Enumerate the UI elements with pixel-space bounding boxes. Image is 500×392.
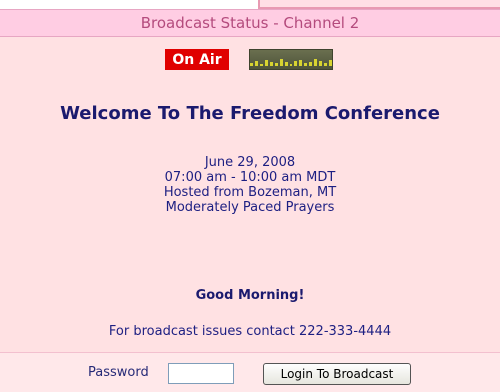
broadcast-status-header: Broadcast Status - Channel 2 (0, 9, 500, 37)
tab-edge (258, 0, 500, 9)
event-time: 07:00 am - 10:00 am MDT (164, 170, 336, 185)
event-details: June 29, 2008 07:00 am - 10:00 am MDT Ho… (0, 155, 500, 215)
login-to-broadcast-button[interactable]: Login To Broadcast (263, 363, 411, 385)
password-label: Password (88, 365, 149, 380)
welcome-heading: Welcome To The Freedom Conference (60, 103, 440, 124)
header-title: Broadcast Status - Channel 2 (140, 14, 360, 32)
greeting-text: Good Morning! (195, 288, 305, 303)
password-input[interactable] (168, 363, 234, 384)
login-form: Password Login To Broadcast (0, 353, 500, 392)
audio-level-meter-icon (249, 49, 333, 70)
event-date: June 29, 2008 (204, 155, 296, 170)
on-air-badge: On Air (165, 49, 229, 70)
broadcast-panel: On Air Welcome To The Freedom Conference… (0, 37, 500, 354)
event-description: Moderately Paced Prayers (165, 200, 335, 215)
support-contact: For broadcast issues contact 222-333-444… (108, 324, 392, 339)
event-location: Hosted from Bozeman, MT (163, 185, 337, 200)
top-tab-strip (0, 0, 500, 9)
